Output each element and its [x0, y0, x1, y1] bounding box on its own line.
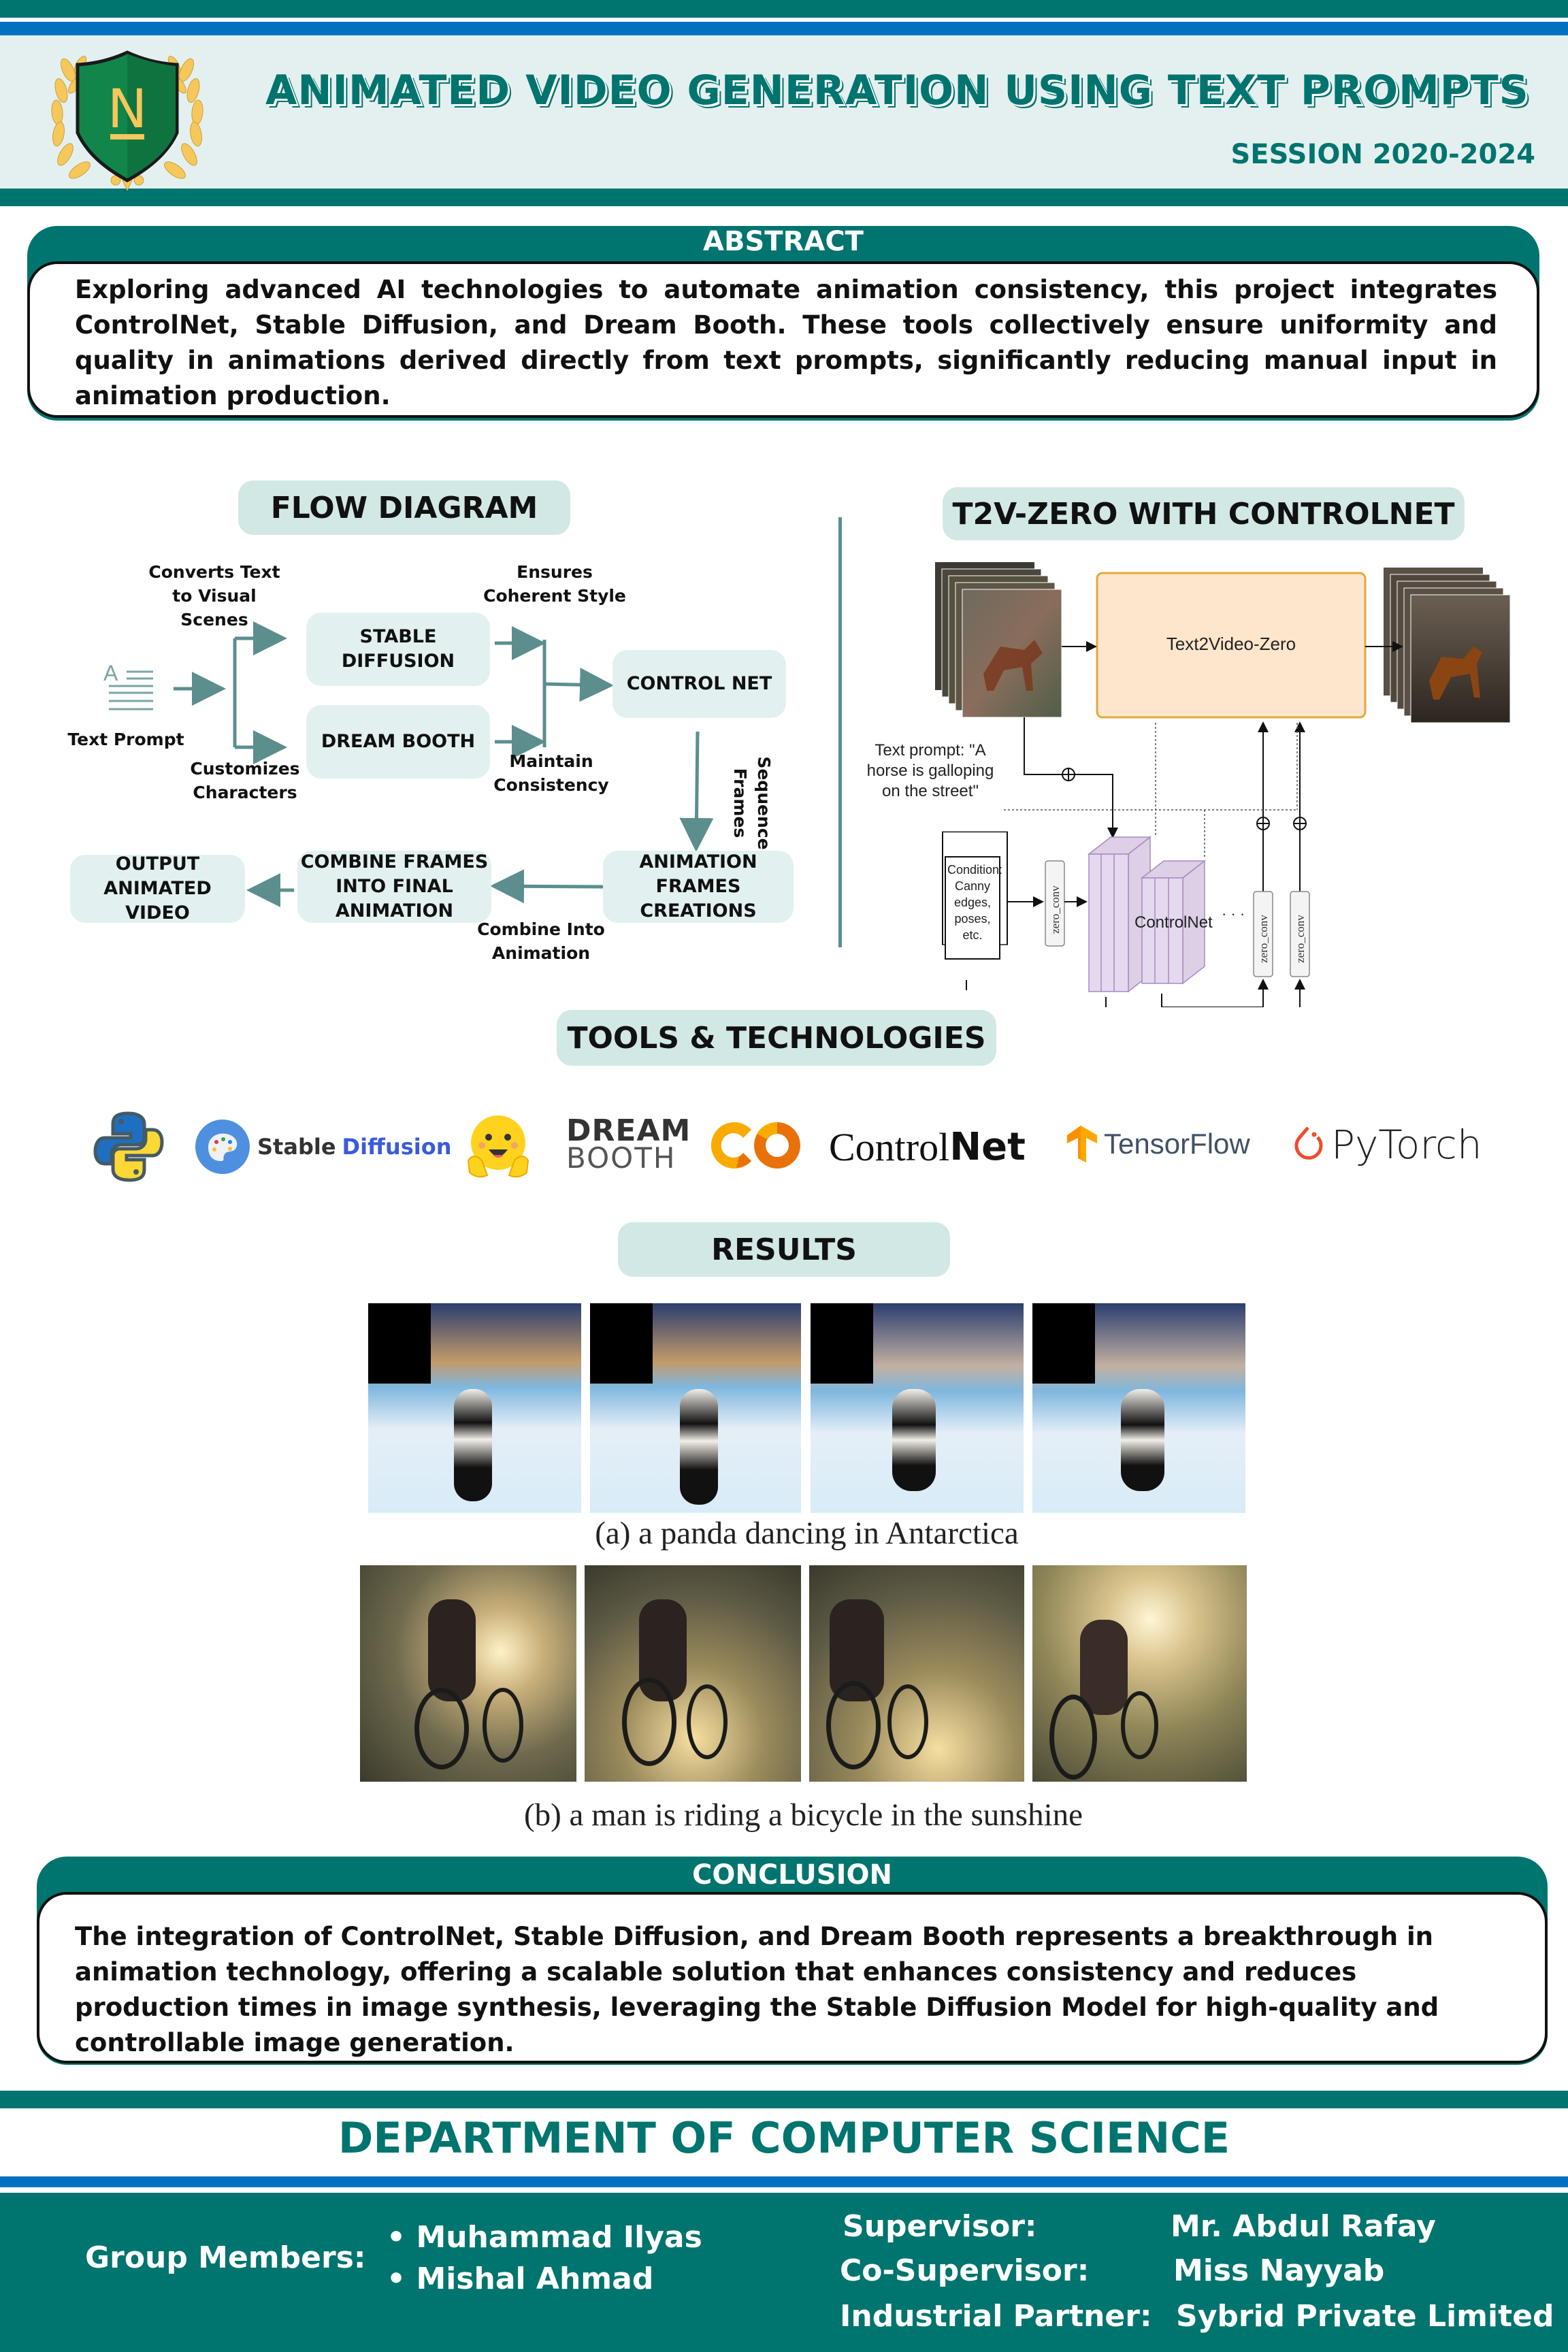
- colab-icon: [710, 1122, 800, 1169]
- t2v-prompt-label: Text prompt: "A horse is galloping on th…: [866, 741, 994, 800]
- header-bottom-bar: [0, 189, 1568, 206]
- tensorflow-icon: [1067, 1126, 1097, 1162]
- laurel-shield-icon: N: [51, 50, 203, 192]
- svg-text:N: N: [108, 79, 147, 140]
- node-combine-frames: COMBINE FRAMES INTO FINAL ANIMATION: [297, 851, 491, 923]
- footer-blue-bar: [0, 2176, 1568, 2187]
- tool-controlnet: Control Net: [829, 1125, 1026, 1169]
- tool-pytorch: PyTorch: [1293, 1122, 1482, 1168]
- abstract-section: ABSTRACT Exploring advanced AI technolog…: [27, 226, 1539, 421]
- co-supervisor-label: Co-Supervisor:: [840, 2253, 1090, 2288]
- tool-hugging-face: [464, 1113, 532, 1181]
- bicycle-frame-3: [809, 1565, 1024, 1782]
- tool-dream-booth: DREAM BOOTH: [566, 1113, 691, 1175]
- label-ensures: Ensures Coherent Style: [483, 562, 626, 606]
- panda-frame-3: [811, 1303, 1024, 1513]
- controlnet-label: ControlNet: [1134, 913, 1213, 932]
- group-members-label: Group Members:: [85, 2240, 366, 2275]
- label-maintain: Maintain Consistency: [493, 751, 609, 795]
- node-control-net: CONTROL NET: [612, 650, 786, 718]
- tool-colab: [709, 1116, 804, 1175]
- supervisor-label: Supervisor:: [843, 2209, 1037, 2244]
- tool-stable-diffusion: Stable Diffusion: [195, 1118, 452, 1175]
- abstract-text: Exploring advanced AI technologies to au…: [75, 275, 1497, 410]
- output-video-frames: [1384, 568, 1511, 723]
- header-top-bar: [0, 0, 1568, 18]
- python-icon: [93, 1111, 164, 1182]
- abstract-title: ABSTRACT: [703, 226, 864, 257]
- svg-text:zero_conv: zero_conv: [1257, 915, 1270, 963]
- tool-tensorflow: TensorFlow: [1063, 1124, 1250, 1164]
- member-2: • Mishal Ahmad: [387, 2261, 654, 2296]
- panda-frame-4: [1032, 1303, 1245, 1513]
- header-blue-bar: [0, 22, 1568, 35]
- conclusion-card: The integration of ControlNet, Stable Di…: [37, 1892, 1548, 2063]
- t2v-title: T2V-ZERO WITH CONTROLNET: [943, 487, 1465, 540]
- arrow-combine: [490, 869, 604, 904]
- tools-title: TOOLS & TECHNOLOGIES: [557, 1010, 996, 1066]
- panda-frame-1: [368, 1303, 581, 1513]
- industrial-partner-label: Industrial Partner:: [840, 2299, 1152, 2334]
- panda-frame-2: [590, 1303, 801, 1513]
- text-prompt-label: Text Prompt: [67, 730, 184, 749]
- text-document-icon: A: [103, 661, 153, 710]
- label-sequence-frames: Sequence Frames: [730, 756, 774, 850]
- member-1: • Muhammad Ilyas: [387, 2220, 702, 2255]
- tool-python: [93, 1111, 165, 1183]
- session-label: SESSION 2020-2024: [1230, 139, 1536, 170]
- label-customizes: Customizes Characters: [190, 759, 300, 802]
- department-name: DEPARTMENT OF COMPUTER SCIENCE: [338, 2113, 1230, 2163]
- node-dream-booth: DREAM BOOTH: [306, 705, 490, 779]
- svg-text:zero_conv: zero_conv: [1294, 915, 1307, 963]
- dreambooth-icon: BOOTH: [566, 1141, 676, 1175]
- label-combine: Combine Into Animation: [477, 919, 605, 963]
- pytorch-icon: [1294, 1126, 1323, 1160]
- label-converts: Converts Text to Visual Scenes: [148, 562, 280, 630]
- stable-diffusion-icon: [195, 1120, 250, 1174]
- footer-top-bar: [0, 2091, 1568, 2108]
- node-output-video: OUTPUT ANIMATED VIDEO: [70, 853, 245, 924]
- flow-diagram-title: FLOW DIAGRAM: [238, 480, 570, 535]
- arrow-sequence-frames: [679, 731, 714, 852]
- svg-text:Text2Video-Zero: Text2Video-Zero: [1166, 634, 1296, 654]
- hugging-face-icon: [467, 1115, 529, 1178]
- supervisor-name: Mr. Abdul Rafay: [1171, 2209, 1436, 2244]
- svg-text:· · ·: · · ·: [1222, 905, 1245, 922]
- results-caption-a: (a) a panda dancing in Antarctica: [595, 1516, 1019, 1551]
- conclusion-section: CONCLUSION The integration of ControlNet…: [37, 1857, 1548, 2065]
- noisy-input-frames: [935, 562, 1062, 718]
- results-title: RESULTS: [618, 1222, 950, 1277]
- section-divider: [838, 517, 842, 947]
- results-caption-b: (b) a man is riding a bicycle in the sun…: [524, 1797, 1083, 1833]
- co-supervisor-name: Miss Nayyab: [1173, 2253, 1385, 2288]
- bicycle-frame-1: [360, 1565, 576, 1782]
- abstract-card: Exploring advanced AI technologies to au…: [27, 261, 1539, 418]
- bicycle-frame-4: [1032, 1565, 1247, 1782]
- t2v-condition-label: Condition: Canny edges, poses, etc.: [945, 856, 1002, 960]
- arrow-to-controlnet: [544, 668, 614, 702]
- conclusion-text: The integration of ControlNet, Stable Di…: [75, 1922, 1439, 2057]
- svg-text:A: A: [103, 661, 118, 685]
- industrial-partner-name: Sybrid Private Limited: [1176, 2299, 1554, 2334]
- svg-text:zero_conv: zero_conv: [1049, 885, 1062, 934]
- node-stable-diffusion: STABLE DIFFUSION: [306, 612, 490, 686]
- university-logo: N: [42, 37, 212, 192]
- poster-title: ANIMATED VIDEO GENERATION USING TEXT PRO…: [265, 67, 1529, 114]
- conclusion-title: CONCLUSION: [692, 1859, 892, 1891]
- bicycle-frame-2: [585, 1565, 801, 1782]
